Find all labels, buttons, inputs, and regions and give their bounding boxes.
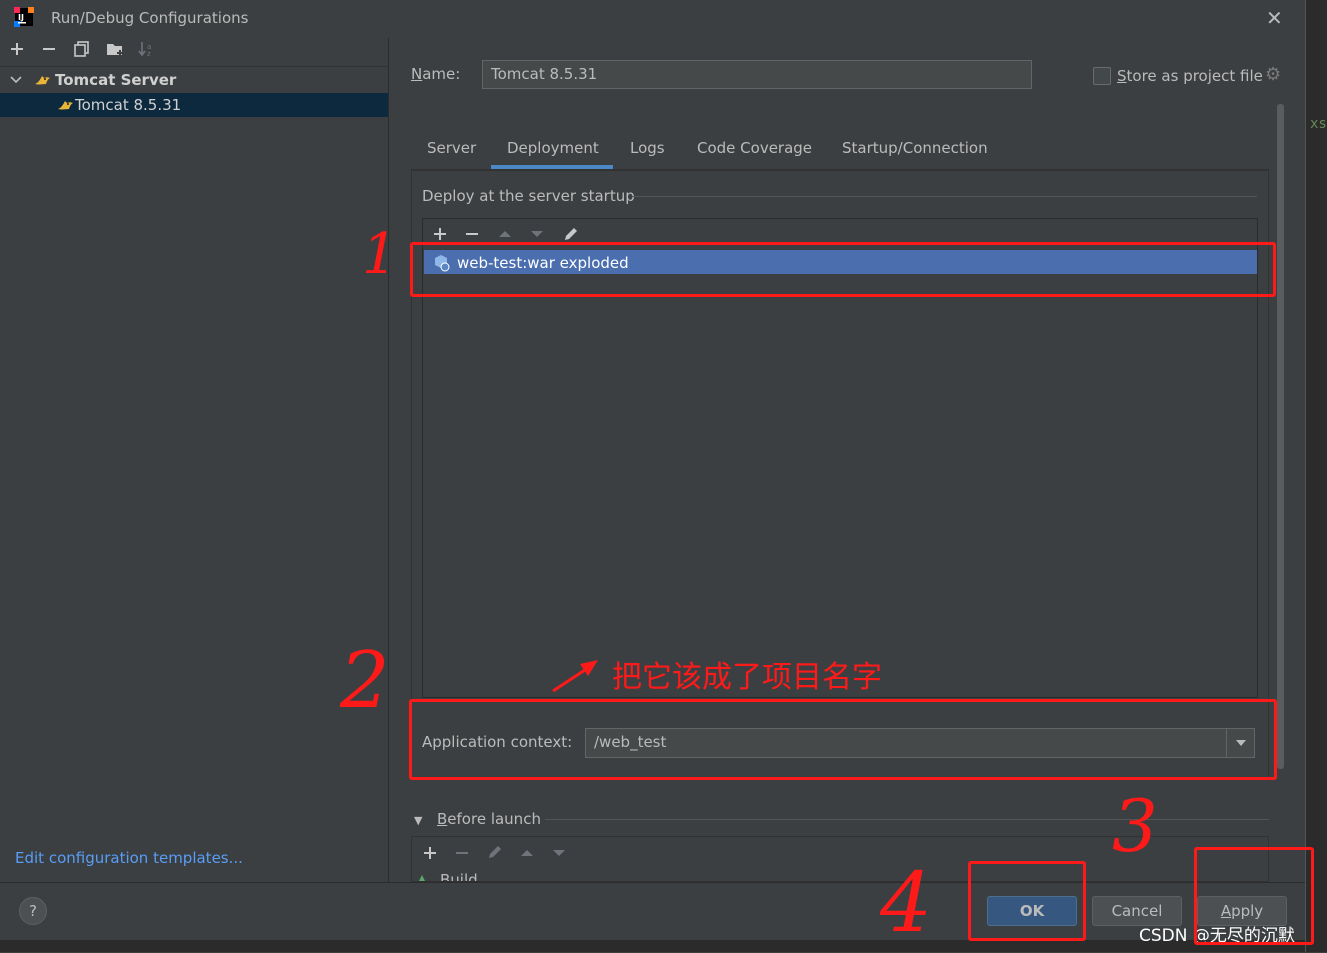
svg-text:z: z bbox=[147, 50, 151, 57]
background-editor-strip bbox=[1305, 0, 1327, 952]
edit-pencil-icon[interactable] bbox=[486, 843, 504, 861]
store-as-project-file-checkbox[interactable] bbox=[1093, 67, 1111, 85]
annotation-number-4: 4 bbox=[880, 856, 933, 951]
tab-startup-connection[interactable]: Startup/Connection bbox=[842, 139, 988, 157]
vertical-scrollbar[interactable] bbox=[1277, 104, 1284, 769]
chevron-down-icon[interactable] bbox=[10, 74, 22, 86]
before-launch-label[interactable]: Before launch bbox=[437, 810, 541, 828]
bottom-edge-strip bbox=[0, 940, 1305, 952]
annotation-number-2: 2 bbox=[340, 636, 390, 726]
edit-pencil-icon[interactable] bbox=[562, 225, 580, 243]
annotation-number-3: 3 bbox=[1112, 784, 1158, 868]
help-button[interactable]: ? bbox=[19, 897, 47, 925]
gear-icon[interactable]: ⚙ bbox=[1265, 64, 1281, 85]
svg-text:IJ: IJ bbox=[18, 13, 24, 22]
name-label: Name: bbox=[411, 65, 461, 83]
tomcat-icon bbox=[58, 101, 73, 110]
annotation-box-2 bbox=[409, 699, 1277, 780]
tree-node-tomcat-server[interactable]: Tomcat Server bbox=[0, 68, 388, 92]
annotation-box-ok bbox=[968, 861, 1086, 941]
tab-logs[interactable]: Logs bbox=[630, 139, 665, 157]
add-icon[interactable] bbox=[9, 41, 25, 62]
tomcat-icon bbox=[35, 76, 50, 85]
window-title: Run/Debug Configurations bbox=[51, 9, 249, 27]
tree-item-tomcat-config[interactable]: Tomcat 8.5.31 bbox=[0, 93, 388, 117]
configurations-sidebar bbox=[0, 38, 389, 882]
editor-text-fragment: xs bbox=[1310, 116, 1327, 132]
section-divider bbox=[632, 196, 1257, 197]
expand-triangle-icon[interactable]: ▼ bbox=[414, 814, 422, 827]
sort-icon[interactable]: az bbox=[138, 41, 156, 62]
move-down-icon[interactable] bbox=[529, 226, 545, 242]
folder-add-icon[interactable] bbox=[106, 41, 124, 62]
move-down-icon[interactable] bbox=[551, 845, 567, 861]
before-launch-item[interactable]: Build bbox=[440, 871, 478, 881]
tree-group-label: Tomcat Server bbox=[55, 71, 177, 89]
tree-item-label: Tomcat 8.5.31 bbox=[75, 96, 182, 114]
add-icon[interactable] bbox=[432, 226, 448, 242]
close-icon[interactable]: ✕ bbox=[1266, 6, 1283, 30]
deploy-section-title: Deploy at the server startup bbox=[422, 187, 635, 205]
annotation-number-1: 1 bbox=[362, 222, 398, 287]
move-up-icon[interactable] bbox=[497, 226, 513, 242]
tab-deployment[interactable]: Deployment bbox=[507, 139, 599, 157]
edit-configuration-templates-link[interactable]: Edit configuration templates... bbox=[15, 849, 243, 867]
annotation-arrow-icon bbox=[552, 660, 598, 693]
remove-icon[interactable] bbox=[41, 41, 57, 62]
name-field[interactable]: Tomcat 8.5.31 bbox=[482, 60, 1032, 89]
build-icon bbox=[419, 875, 425, 881]
annotation-box-apply bbox=[1194, 847, 1314, 945]
annotation-note: 把它该成了项目名字 bbox=[612, 660, 882, 695]
tab-server[interactable]: Server bbox=[427, 139, 476, 157]
intellij-app-icon: IJ bbox=[14, 7, 34, 27]
remove-icon[interactable] bbox=[464, 226, 480, 242]
annotation-box-1 bbox=[410, 242, 1276, 297]
sidebar-toolbar: az bbox=[0, 38, 388, 67]
move-up-icon[interactable] bbox=[519, 845, 535, 861]
store-as-project-file-label[interactable]: Store as project file bbox=[1117, 67, 1263, 85]
copy-icon[interactable] bbox=[74, 41, 90, 62]
tab-code-coverage[interactable]: Code Coverage bbox=[697, 139, 812, 157]
remove-icon[interactable] bbox=[454, 845, 470, 861]
add-icon[interactable] bbox=[422, 845, 438, 861]
section-divider bbox=[545, 819, 1269, 820]
